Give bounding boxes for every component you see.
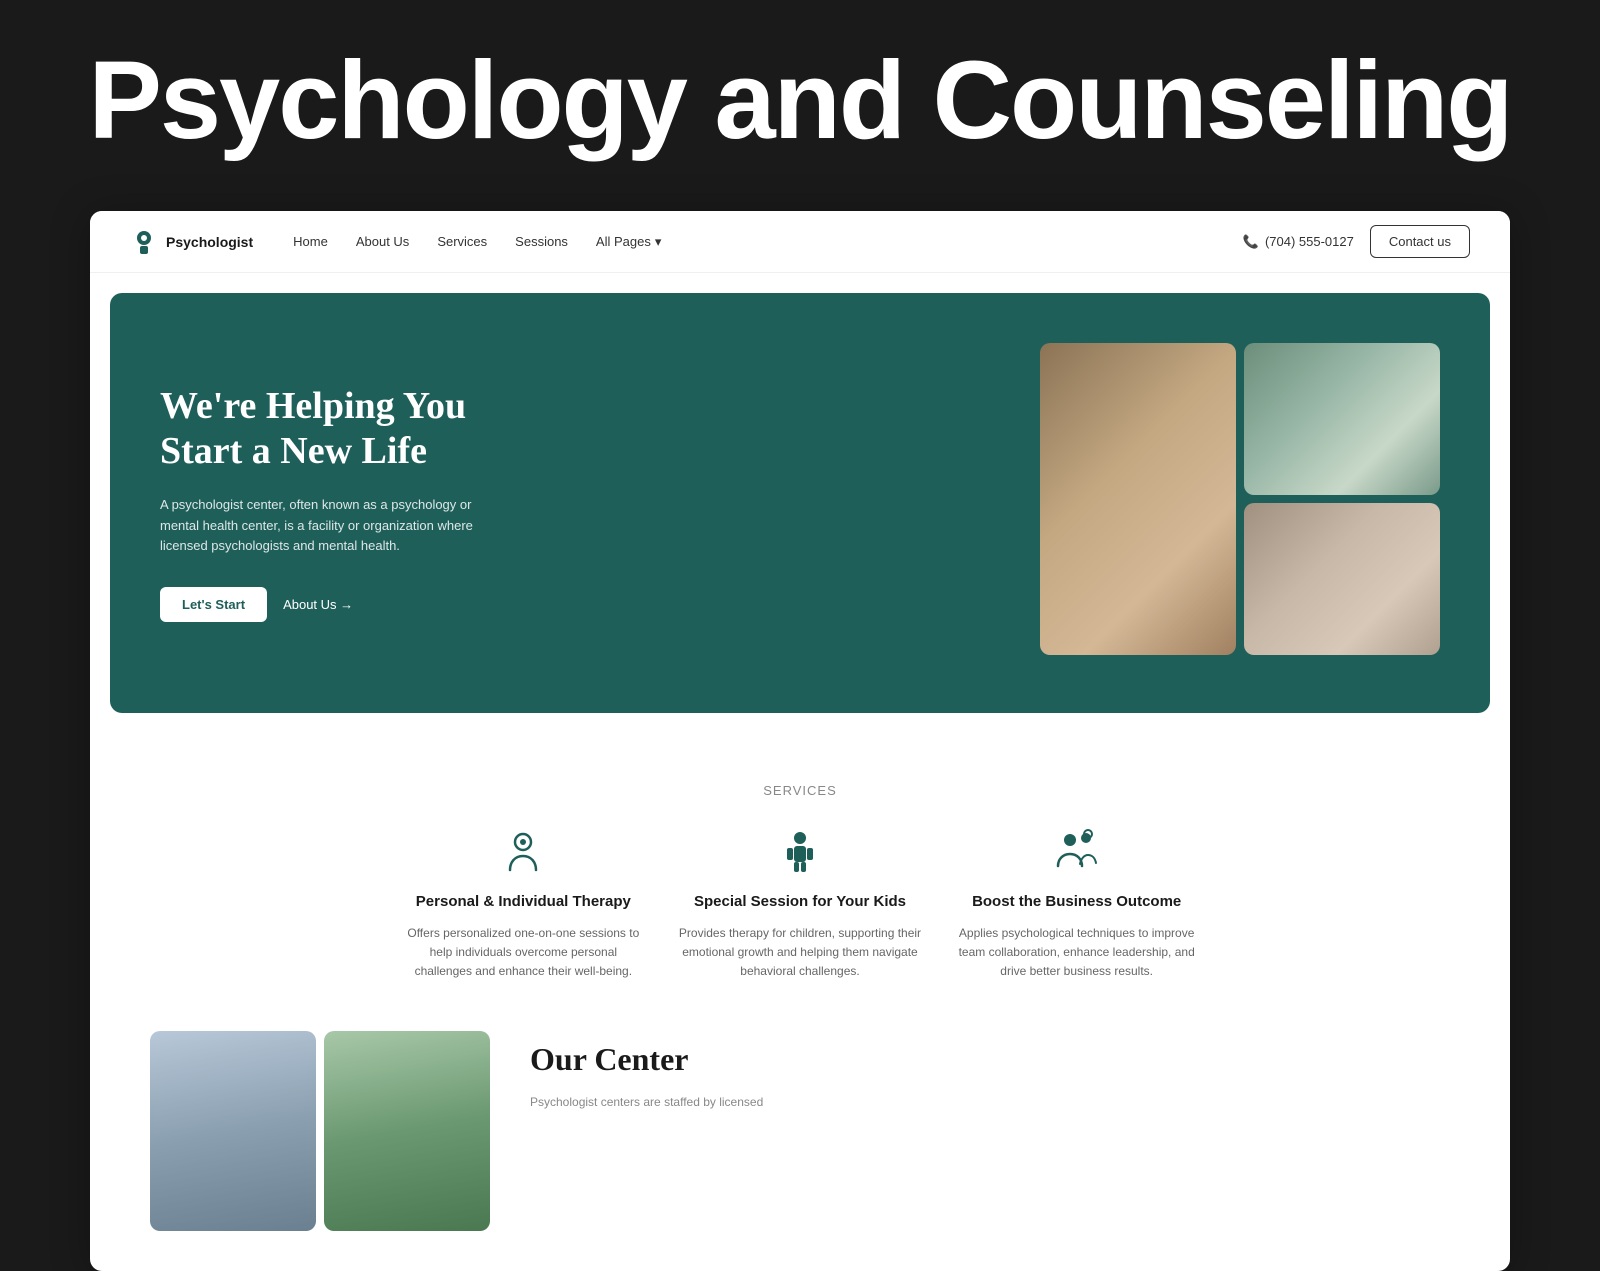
service-desc-kids: Provides therapy for children, supportin… <box>677 924 924 982</box>
navbar: Psychologist Home About Us Services Sess… <box>90 211 1510 273</box>
nav-link-all-pages[interactable]: All Pages ▾ <box>596 234 661 250</box>
services-section: Services Personal & Individual Therapy O… <box>90 733 1510 1021</box>
our-center-description: Psychologist centers are staffed by lice… <box>530 1092 1450 1112</box>
bottom-image-person <box>150 1031 316 1231</box>
nav-links: Home About Us Services Sessions All Page… <box>293 234 1243 250</box>
service-card-kids: Special Session for Your Kids Provides t… <box>677 828 924 981</box>
logo-text: Psychologist <box>166 234 253 250</box>
hero-section: We're Helping You Start a New Life A psy… <box>110 293 1490 713</box>
lets-start-button[interactable]: Let's Start <box>160 587 267 622</box>
service-desc-therapy: Offers personalized one-on-one sessions … <box>400 924 647 982</box>
contact-us-button[interactable]: Contact us <box>1370 225 1470 258</box>
service-desc-business: Applies psychological techniques to impr… <box>953 924 1200 982</box>
nav-link-services[interactable]: Services <box>437 234 487 249</box>
hero-description: A psychologist center, often known as a … <box>160 495 500 557</box>
nav-link-about[interactable]: About Us <box>356 234 409 249</box>
hero-images <box>1040 343 1440 663</box>
hero-image-hug <box>1244 343 1440 495</box>
nav-link-home[interactable]: Home <box>293 234 328 249</box>
nav-phone: 📞 (704) 555-0127 <box>1243 234 1354 250</box>
chevron-down-icon: ▾ <box>655 234 662 250</box>
phone-icon: 📞 <box>1243 234 1259 250</box>
bottom-image-plant <box>324 1031 490 1231</box>
bottom-section: Our Center Psychologist centers are staf… <box>90 1021 1510 1271</box>
kids-icon <box>775 828 825 878</box>
logo-icon <box>130 228 158 256</box>
our-center-text: Our Center Psychologist centers are staf… <box>530 1031 1450 1112</box>
our-center-title: Our Center <box>530 1041 1450 1078</box>
service-card-business: Boost the Business Outcome Applies psych… <box>953 828 1200 981</box>
hero-buttons: Let's Start About Us → <box>160 587 1000 622</box>
top-banner: Psychology and Counseling <box>0 0 1600 211</box>
service-title-therapy: Personal & Individual Therapy <box>400 892 647 912</box>
service-title-kids: Special Session for Your Kids <box>677 892 924 912</box>
nav-link-sessions[interactable]: Sessions <box>515 234 568 249</box>
about-us-button[interactable]: About Us → <box>283 597 353 612</box>
banner-title: Psychology and Counseling <box>60 40 1540 161</box>
hero-image-group-session <box>1040 343 1236 655</box>
nav-right: 📞 (704) 555-0127 Contact us <box>1243 225 1470 258</box>
business-icon <box>1052 828 1102 878</box>
nav-logo[interactable]: Psychologist <box>130 228 253 256</box>
therapy-icon <box>498 828 548 878</box>
bottom-images <box>150 1031 490 1231</box>
hero-text: We're Helping You Start a New Life A psy… <box>160 384 1000 623</box>
service-title-business: Boost the Business Outcome <box>953 892 1200 912</box>
services-grid: Personal & Individual Therapy Offers per… <box>400 828 1200 981</box>
service-card-therapy: Personal & Individual Therapy Offers per… <box>400 828 647 981</box>
services-label: Services <box>150 783 1450 798</box>
hero-image-meeting <box>1244 503 1440 655</box>
website-container: Psychologist Home About Us Services Sess… <box>90 211 1510 1271</box>
hero-heading: We're Helping You Start a New Life <box>160 384 1000 475</box>
